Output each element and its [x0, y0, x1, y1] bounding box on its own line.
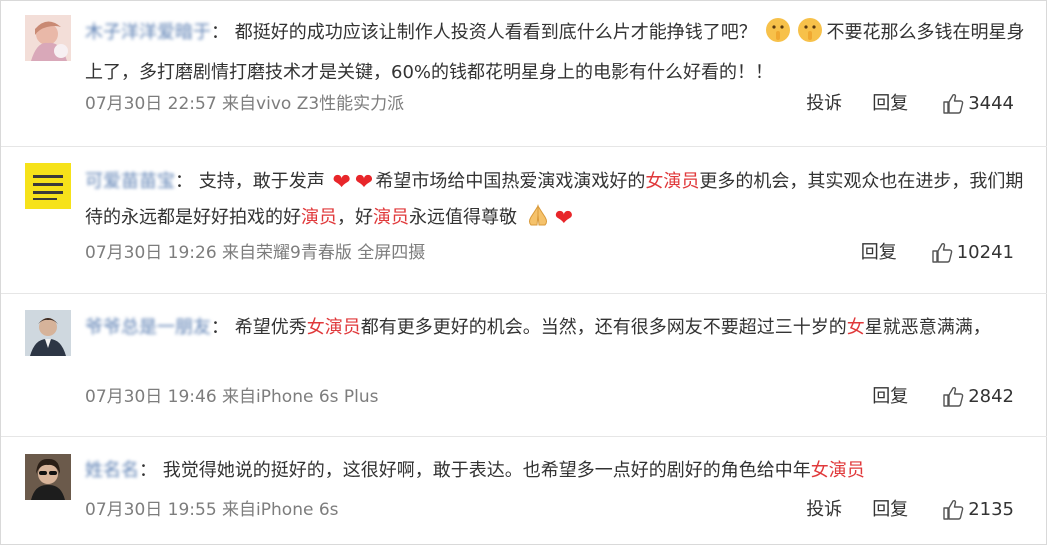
divider — [1, 436, 1047, 437]
red-heart-icon: ❤ — [554, 206, 574, 231]
like-button[interactable]: 2135 — [942, 498, 1014, 522]
like-count: 10241 — [956, 242, 1014, 263]
comment-text: 星就恶意满满， — [864, 317, 991, 338]
shushing-face-icon — [797, 17, 823, 55]
comment-text: 支持，敢于发声 — [198, 171, 325, 192]
thumbs-up-icon — [943, 499, 964, 520]
timestamp-source: 07月30日 19:55 来自iPhone 6s — [85, 500, 339, 520]
comment-panel: 木子洋洋爱暗于： 都挺好的成功应该让制作人投资人看看到底什么片才能挣钱了吧？ 不… — [0, 0, 1047, 545]
username[interactable]: 姓名名 — [85, 453, 139, 488]
thumbs-up-icon — [943, 386, 964, 407]
comment-text: 都挺好的成功应该让制作人投资人看看到底什么片才能挣钱了吧？ — [234, 22, 757, 43]
keyword-highlight[interactable]: 女演员 — [307, 317, 361, 338]
comment-text: 都有更多更好的机会。当然，还有很多网友不要超过三十岁的 — [360, 317, 847, 338]
like-count: 2842 — [968, 386, 1014, 407]
reply-button[interactable]: 回复 — [872, 385, 908, 409]
report-button[interactable]: 投诉 — [806, 92, 842, 116]
username[interactable]: 可爱苗苗宝 — [85, 164, 175, 199]
username[interactable]: 木子洋洋爱暗于 — [85, 15, 211, 50]
reply-button[interactable]: 回复 — [872, 498, 908, 522]
red-heart-icon: ❤ — [354, 170, 374, 195]
like-button[interactable]: 3444 — [942, 92, 1014, 116]
comment-text: 永远值得尊敬 — [409, 207, 517, 228]
keyword-highlight[interactable]: 女演员 — [645, 171, 699, 192]
divider — [1, 293, 1047, 294]
separator: ： — [139, 460, 157, 481]
avatar[interactable] — [25, 15, 71, 61]
keyword-highlight[interactable]: 演员 — [373, 207, 409, 228]
avatar[interactable] — [25, 454, 71, 500]
report-button[interactable]: 投诉 — [806, 498, 842, 522]
reply-button[interactable]: 回复 — [872, 92, 908, 116]
reply-button[interactable]: 回复 — [861, 241, 897, 265]
divider — [1, 146, 1047, 147]
comment-text: 我觉得她说的挺好的，这很好啊，敢于表达。也希望多一点好的剧好的角色给中年 — [162, 460, 811, 481]
username[interactable]: 爷爷总是一朋友 — [85, 310, 211, 345]
like-count: 2135 — [968, 499, 1014, 520]
praying-hands-icon — [525, 203, 551, 239]
shushing-face-icon — [765, 17, 791, 55]
timestamp-source: 07月30日 19:26 来自荣耀9青春版 全屏四摄 — [85, 243, 426, 263]
comment-text: 希望优秀 — [234, 317, 307, 338]
avatar[interactable] — [25, 310, 71, 356]
separator: ： — [175, 171, 193, 192]
timestamp-source: 07月30日 19:46 来自iPhone 6s Plus — [85, 387, 379, 407]
separator: ： — [211, 317, 229, 338]
separator: ： — [211, 22, 229, 43]
avatar[interactable] — [25, 163, 71, 209]
keyword-highlight[interactable]: 女演员 — [811, 460, 865, 481]
red-heart-icon: ❤ — [332, 170, 351, 195]
thumbs-up-icon — [932, 242, 953, 263]
comment-text: 希望市场给中国热爱演戏演戏好的 — [375, 171, 646, 192]
comment-text: ，好 — [337, 207, 373, 228]
like-count: 3444 — [968, 93, 1014, 114]
thumbs-up-icon — [943, 93, 964, 114]
like-button[interactable]: 2842 — [942, 385, 1014, 409]
like-button[interactable]: 10241 — [931, 241, 1014, 265]
keyword-highlight[interactable]: 女 — [847, 317, 865, 338]
timestamp-source: 07月30日 22:57 来自vivo Z3性能实力派 — [85, 94, 405, 114]
keyword-highlight[interactable]: 演员 — [301, 207, 337, 228]
